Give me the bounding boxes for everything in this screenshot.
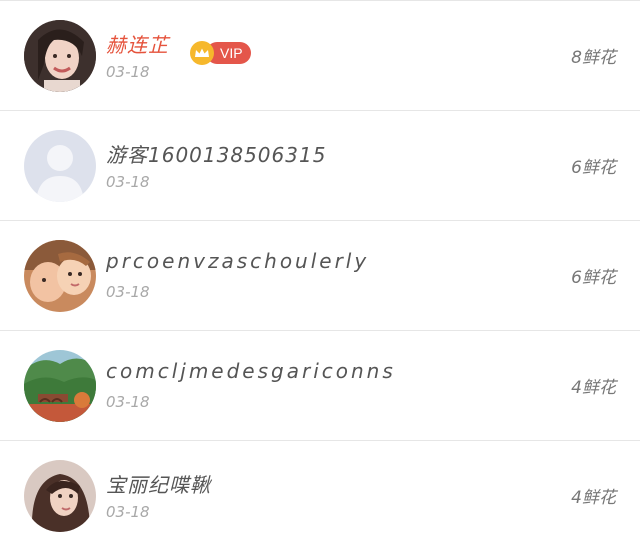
- list-item[interactable]: 宝丽纪喋鞦 03-18 4鲜花: [0, 441, 640, 551]
- date-label: 03-18: [106, 173, 150, 191]
- crown-icon: [190, 41, 214, 65]
- flower-count: 4鲜花: [571, 488, 616, 508]
- user-name: 赫连芷: [106, 33, 169, 57]
- user-avatar[interactable]: [24, 240, 96, 312]
- user-name: 游客1600138506315: [106, 143, 327, 167]
- flower-count: 8鲜花: [571, 48, 616, 68]
- flower-count: 6鲜花: [571, 268, 616, 288]
- list-item[interactable]: comcljmedesgariconns 03-18 4鲜花: [0, 331, 640, 441]
- date-label: 03-18: [106, 393, 150, 411]
- user-avatar[interactable]: [24, 130, 96, 202]
- date-label: 03-18: [106, 503, 150, 521]
- list-item[interactable]: 赫连芷 VIP 03-18 8鲜花: [0, 1, 640, 111]
- user-avatar[interactable]: [24, 350, 96, 422]
- user-name: prcoenvzaschoulerly: [106, 249, 370, 273]
- user-avatar[interactable]: [24, 20, 96, 92]
- woman-smiling-avatar-icon: [24, 20, 96, 92]
- girl-portrait-avatar-icon: [24, 460, 96, 532]
- babies-avatar-icon: [24, 240, 96, 312]
- date-label: 03-18: [106, 283, 150, 301]
- date-label: 03-18: [106, 63, 150, 81]
- vip-badge: VIP: [190, 41, 251, 65]
- user-avatar[interactable]: [24, 460, 96, 532]
- flower-count: 4鲜花: [571, 378, 616, 398]
- list-item[interactable]: prcoenvzaschoulerly 03-18 6鲜花: [0, 221, 640, 331]
- flower-ranking-list: 赫连芷 VIP 03-18 8鲜花 游客1600138506315 03-18 …: [0, 0, 640, 558]
- list-item[interactable]: 游客1600138506315 03-18 6鲜花: [0, 111, 640, 221]
- user-name: comcljmedesgariconns: [106, 359, 396, 383]
- default-avatar-icon: [24, 130, 96, 202]
- flower-count: 6鲜花: [571, 158, 616, 178]
- user-name: 宝丽纪喋鞦: [106, 473, 211, 497]
- landscape-bridge-avatar-icon: [24, 350, 96, 422]
